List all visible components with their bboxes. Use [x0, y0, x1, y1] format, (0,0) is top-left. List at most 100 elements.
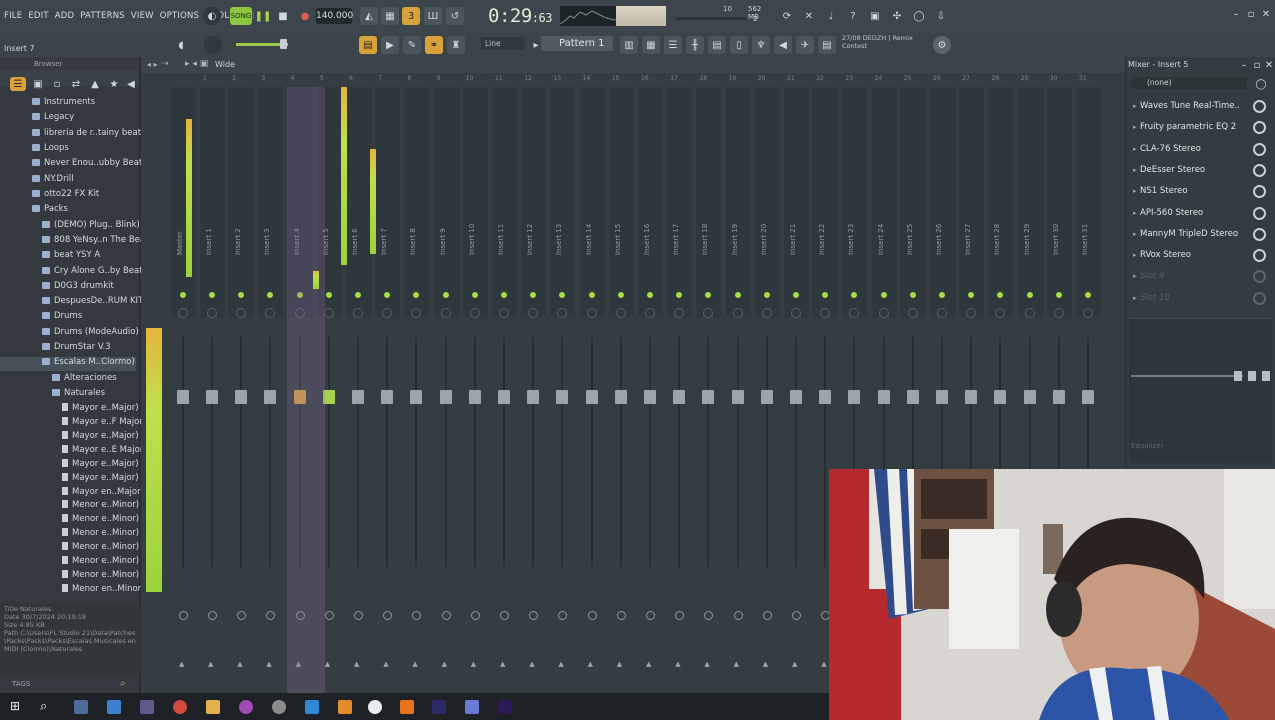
strip-enable-led[interactable]: [588, 292, 595, 298]
metronome-icon[interactable]: ◭: [360, 7, 378, 25]
strip-pan-knob[interactable]: [937, 308, 947, 318]
mixer-strip-insert-17[interactable]: Insert 17 ▲: [666, 87, 693, 687]
routing-selector[interactable]: (none): [1131, 77, 1247, 89]
browser-file[interactable]: Mayor e..F Major): [0, 417, 146, 431]
folder-icon[interactable]: [206, 700, 220, 714]
mixer-strip-insert-14[interactable]: Insert 14 ▲: [579, 87, 606, 687]
strip-pan-knob[interactable]: [499, 308, 509, 318]
mixer-strip-insert-2[interactable]: Insert 2 ▲: [228, 87, 255, 687]
browser-file[interactable]: Mayor e..E Major): [0, 445, 147, 459]
edge-icon[interactable]: [107, 700, 121, 714]
strip-enable-led[interactable]: [471, 292, 478, 298]
strip-volume-fader[interactable]: [498, 390, 510, 404]
insert-panel-minimize-icon[interactable]: –: [1237, 60, 1251, 74]
slot-mix-knob[interactable]: [1253, 249, 1266, 263]
strip-send-arrow-icon[interactable]: ▲: [325, 660, 330, 668]
browser-back-icon[interactable]: ◀: [124, 77, 138, 91]
browser-up-icon[interactable]: ▲: [88, 77, 102, 91]
mixer-strip-insert-6[interactable]: Insert 6 ▲: [345, 87, 372, 687]
search-icon[interactable]: ⌕: [120, 678, 131, 689]
strip-enable-led[interactable]: [1055, 292, 1062, 298]
stop-button[interactable]: ■: [274, 7, 292, 25]
strip-enable-led[interactable]: [355, 292, 361, 298]
strip-pan-knob[interactable]: [207, 308, 217, 318]
tags-label[interactable]: TAGS: [12, 680, 30, 688]
chat-icon[interactable]: ◯: [910, 7, 928, 25]
window-restore-icon[interactable]: ▫: [1244, 9, 1258, 23]
strip-volume-fader[interactable]: [235, 390, 248, 404]
browser-folder[interactable]: otto22 FX Kit: [0, 189, 136, 203]
mixer-view-icon[interactable]: ╫: [686, 36, 704, 54]
strip-enable-led[interactable]: [793, 292, 799, 298]
strip-volume-fader[interactable]: [381, 390, 394, 404]
strip-send-arrow-icon[interactable]: ▲: [821, 660, 826, 668]
strip-route-knob[interactable]: [237, 611, 247, 620]
mixer-menu-icon[interactable]: ◂ ▸: [147, 60, 158, 69]
browser-file[interactable]: Menor e..Minor): [0, 514, 139, 528]
strip-route-knob[interactable]: [266, 611, 276, 620]
strip-pan-knob[interactable]: [1083, 308, 1093, 318]
audio-editor-icon[interactable]: ✈: [796, 36, 814, 54]
strip-volume-fader[interactable]: [206, 390, 218, 404]
browser-clipboard-icon[interactable]: ▣: [31, 77, 45, 91]
strip-route-knob[interactable]: [762, 611, 772, 620]
mixer-view-toggle-icon[interactable]: ▸ ◂ ▣: [185, 59, 208, 69]
mixer-strip-insert-15[interactable]: Insert 15 ▲: [608, 87, 635, 687]
strip-route-knob[interactable]: [733, 611, 743, 620]
strip-route-knob[interactable]: [646, 611, 655, 620]
browser-folder[interactable]: (DEMO) Plug.. Blink): [0, 220, 140, 234]
tool-arrow-icon[interactable]: ▶: [381, 36, 399, 54]
strip-volume-fader[interactable]: [264, 390, 277, 404]
download-icon[interactable]: ⇩: [932, 7, 950, 25]
slot-mix-knob[interactable]: [1253, 206, 1266, 220]
effect-slot-3[interactable]: CLA-76 Stereo: [1131, 140, 1269, 159]
mixer-strip-insert-18[interactable]: Insert 18 ▲: [695, 87, 722, 687]
app-icon-2[interactable]: [239, 700, 253, 714]
premiere-icon[interactable]: [498, 700, 512, 714]
strip-send-arrow-icon[interactable]: ▲: [383, 660, 388, 668]
browser-folder[interactable]: Never Enou..ubby Beatz: [0, 158, 147, 172]
strip-pan-knob[interactable]: [323, 308, 334, 318]
strip-volume-fader[interactable]: [673, 390, 686, 404]
strip-enable-led[interactable]: [209, 292, 215, 298]
strip-pan-knob[interactable]: [1053, 308, 1064, 318]
strip-send-arrow-icon[interactable]: ▲: [763, 660, 768, 668]
strip-send-arrow-icon[interactable]: ▲: [792, 660, 797, 668]
effect-slot-4[interactable]: DeEsser Stereo: [1131, 161, 1269, 180]
mixer-strip-insert-16[interactable]: Insert 16 ▲: [637, 87, 664, 687]
mixer-strip-insert-8[interactable]: Insert 8 ▲: [403, 87, 430, 687]
strip-volume-fader[interactable]: [994, 390, 1007, 404]
chrome-icon[interactable]: [173, 700, 187, 714]
browser-view-icon[interactable]: ▥: [620, 36, 638, 54]
strip-pan-knob[interactable]: [440, 308, 451, 318]
strip-route-knob[interactable]: [179, 611, 188, 620]
effect-slot-9[interactable]: Slot 9: [1131, 267, 1269, 286]
save-icon[interactable]: ▣: [866, 7, 884, 25]
browser-folder[interactable]: Alteraciones: [0, 373, 136, 387]
strip-enable-led[interactable]: [180, 292, 186, 298]
strip-volume-fader[interactable]: [877, 390, 890, 404]
strip-enable-led[interactable]: [1085, 292, 1091, 298]
strip-enable-led[interactable]: [734, 292, 741, 298]
strip-enable-led[interactable]: [617, 292, 624, 298]
strip-pan-knob[interactable]: [645, 308, 655, 318]
browser-file[interactable]: Menor e..Minor): [0, 542, 139, 556]
slot-mix-knob[interactable]: [1253, 227, 1266, 241]
browser-file[interactable]: Menor e..Minor): [0, 528, 139, 542]
mixer-arrow-icon[interactable]: ⇢: [161, 59, 169, 69]
browser-file[interactable]: Mayor en..Major): [0, 487, 144, 501]
after-effects-icon[interactable]: [432, 700, 446, 714]
strip-volume-fader[interactable]: [527, 390, 540, 404]
browser-file[interactable]: Menor en..Minor): [0, 584, 144, 598]
strip-route-knob[interactable]: [383, 611, 393, 620]
effect-slot-7[interactable]: MannyM TripleD Stereo: [1131, 225, 1269, 244]
effect-slot-1[interactable]: Waves Tune Real-Time..: [1131, 97, 1269, 116]
strip-volume-fader[interactable]: [585, 390, 598, 404]
loop-record-icon[interactable]: ↺: [446, 7, 464, 25]
strip-send-arrow-icon[interactable]: ▲: [208, 660, 213, 668]
browser-folder[interactable]: beat YSY A: [0, 250, 136, 264]
strip-route-knob[interactable]: [704, 611, 714, 620]
app-icon-4[interactable]: [305, 700, 319, 714]
browser-file[interactable]: Mayor e..Major): [0, 459, 139, 473]
strip-volume-fader[interactable]: [1023, 390, 1036, 404]
